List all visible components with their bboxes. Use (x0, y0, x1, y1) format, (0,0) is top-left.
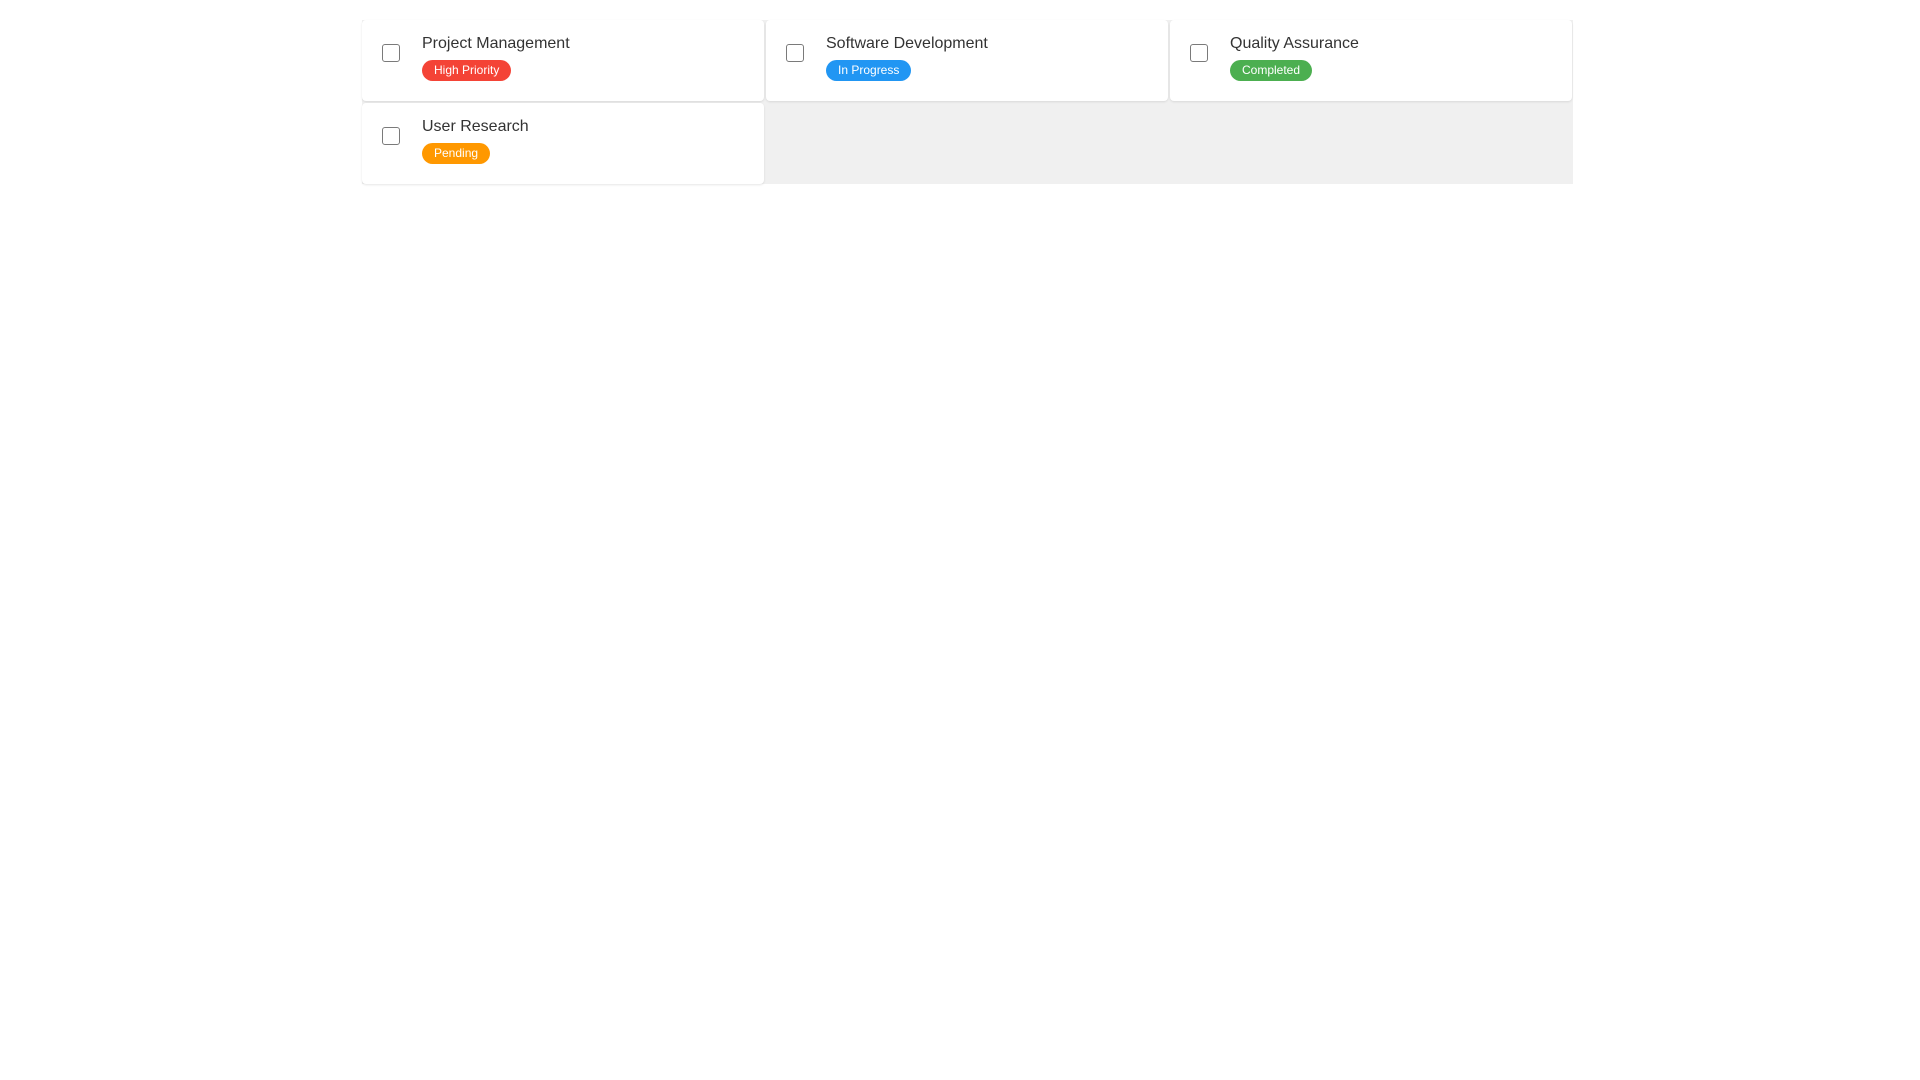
status-badge: High Priority (422, 60, 512, 81)
task-title: Software Development (826, 35, 988, 52)
task-card-project-management: Project Management High Priority (362, 20, 764, 101)
status-badge: Pending (422, 143, 491, 164)
task-checkbox[interactable] (786, 44, 804, 62)
task-title: Project Management (422, 35, 570, 52)
task-card-content: Quality Assurance Completed (1230, 34, 1359, 81)
status-badge: In Progress (826, 60, 912, 81)
task-checkbox[interactable] (1190, 44, 1208, 62)
task-card-software-development: Software Development In Progress (766, 20, 1168, 101)
task-card-grid: Project Management High Priority Softwar… (362, 20, 1573, 184)
task-title: User Research (422, 118, 529, 135)
task-card-quality-assurance: Quality Assurance Completed (1170, 20, 1572, 101)
task-card-content: User Research Pending (422, 117, 529, 164)
task-card-content: Project Management High Priority (422, 34, 570, 81)
task-title: Quality Assurance (1230, 35, 1359, 52)
task-checkbox[interactable] (382, 44, 400, 62)
status-badge: Completed (1230, 60, 1313, 81)
task-checkbox[interactable] (382, 127, 400, 145)
task-card-content: Software Development In Progress (826, 34, 988, 81)
task-card-user-research: User Research Pending (362, 103, 764, 184)
